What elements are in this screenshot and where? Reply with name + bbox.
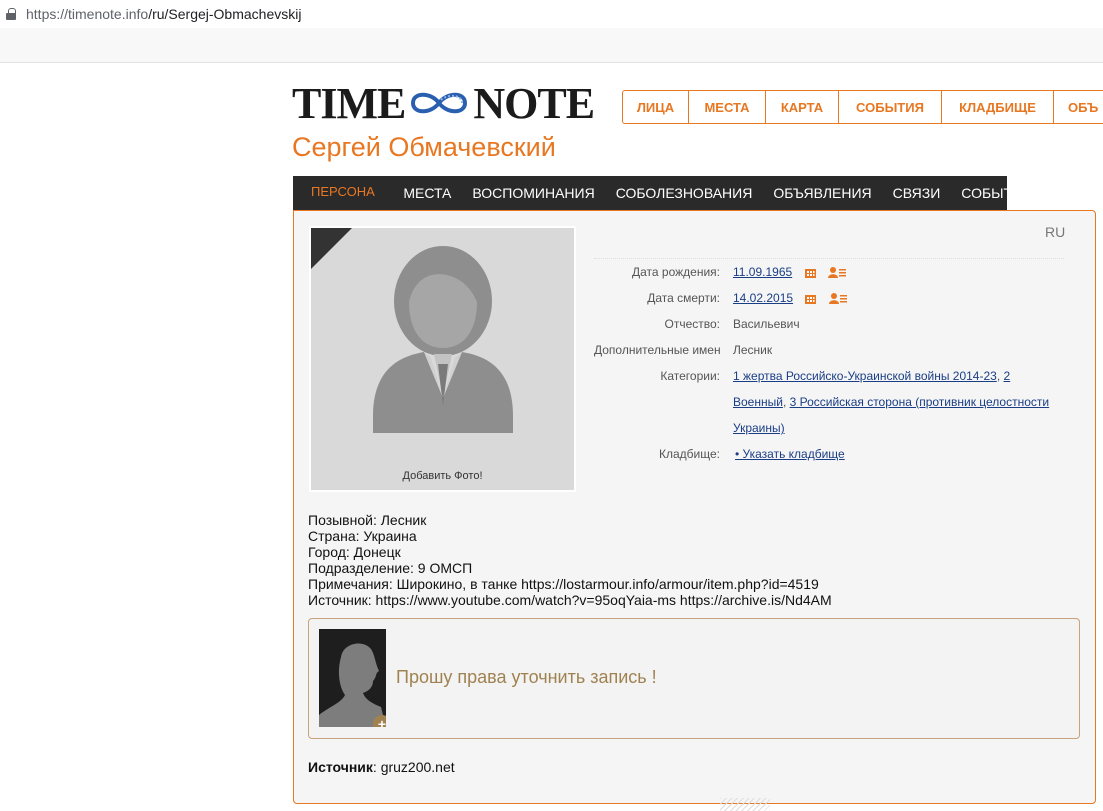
birth-row: Дата рождения: 11.09.1965 [594,258,1064,285]
extra-names-label: Дополнительные имен [594,343,721,357]
categories-label: Категории: [660,369,720,383]
add-photo-label[interactable]: Добавить Фото! [311,470,574,482]
patronymic-label: Отчество: [664,317,721,331]
categories-row: Категории: 1 жертва Российско-Украинской… [594,363,1064,441]
source-label: Источник [308,759,373,775]
logo-text-left: TIME [292,78,406,128]
tab-places[interactable]: МЕСТА [393,185,462,201]
cemetery-label: Кладбище: [659,447,720,461]
death-label: Дата смерти: [647,291,720,305]
extra-names-value: Лесник [733,343,773,357]
detail-line: Город: Донецк [308,544,401,560]
nav-faces[interactable]: Лица [623,91,689,123]
nav-places[interactable]: Места [689,91,766,123]
cemetery-row: Кладбище: • Указать кладбище [594,441,1064,467]
birth-label: Дата рождения: [632,265,720,279]
biography-text: Позывной: Лесник Страна: Украина Город: … [308,512,832,608]
profile-tabs: ПЕРСОНА МЕСТА ВОСПОМИНАНИЯ СОБОЛЕЗНОВАНИ… [293,176,1032,210]
tab-condolences[interactable]: СОБОЛЕЗНОВАНИЯ [605,185,763,201]
set-cemetery-link[interactable]: • Указать кладбище [733,447,845,461]
birth-date-link[interactable]: 11.09.1965 [733,265,792,279]
language-switch[interactable]: RU [1045,224,1065,240]
lock-icon [6,8,16,20]
url-text[interactable]: https://timenote.info/ru/Sergej-Obmachev… [26,6,301,22]
logo-text-right: NOTE [473,78,595,128]
persons-list-icon[interactable] [828,293,847,305]
calendar-icon[interactable] [805,294,817,304]
death-date-link[interactable]: 14.02.2015 [733,291,793,305]
persons-list-icon[interactable] [827,267,846,279]
request-rights-box[interactable]: + Прошу права уточнить запись ! [308,618,1080,739]
detail-line: Примечания: Широкино, в танке https://lo… [308,576,819,592]
page-title: Сергей Обмачевский [292,134,556,162]
request-rights-text[interactable]: Прошу права уточнить запись ! [396,667,657,688]
nav-cemetery[interactable]: Кладбище [942,91,1054,123]
toolbar-strip [0,28,1103,63]
nav-ads[interactable]: Объ [1054,91,1103,123]
extra-names-row: Дополнительные имен Лесник [594,337,1064,363]
categories-value: 1 жертва Российско-Украинской войны 2014… [733,369,1050,435]
detail-line: Источник: https://www.youtube.com/watch?… [308,592,832,608]
detail-line: Страна: Украина [308,528,417,544]
tab-relations[interactable]: СВЯЗИ [882,185,951,201]
site-logo[interactable]: TIME NOTE [292,79,595,128]
patronymic-value: Васильевич [733,317,800,331]
person-info: Дата рождения: 11.09.1965 Дата смерти: 1… [594,258,1064,467]
source-value: : gruz200.net [372,759,455,775]
patronymic-row: Отчество: Васильевич [594,311,1064,337]
person-silhouette-icon [373,246,513,433]
profile-silhouette-icon [319,629,386,727]
tab-announcements[interactable]: ОБЪЯВЛЕНИЯ [763,185,882,201]
photo-placeholder[interactable]: Добавить Фото! [309,226,576,492]
category-link[interactable]: 1 жертва Российско-Украинской войны 2014… [733,369,997,383]
decorative-hatch [720,798,770,811]
address-bar[interactable]: https://timenote.info/ru/Sergej-Obmachev… [0,0,1103,28]
detail-line: Позывной: Лесник [308,512,427,528]
source-line: Источник: gruz200.net [308,759,455,775]
add-icon[interactable]: + [373,715,386,727]
tab-person[interactable]: ПЕРСОНА [293,176,393,210]
infinity-icon [411,92,468,114]
tab-memories[interactable]: ВОСПОМИНАНИЯ [462,185,605,201]
detail-line: Подразделение: 9 ОМСП [308,560,473,576]
avatar: + [319,629,386,727]
main-nav: Лица Места Карта События Кладбище Объ [622,90,1103,124]
nav-events[interactable]: События [839,91,942,123]
calendar-icon[interactable] [804,268,816,278]
tab-events[interactable]: СОБЫТИЯ [951,185,1043,201]
nav-map[interactable]: Карта [766,91,839,123]
death-row: Дата смерти: 14.02.2015 [594,285,1064,311]
